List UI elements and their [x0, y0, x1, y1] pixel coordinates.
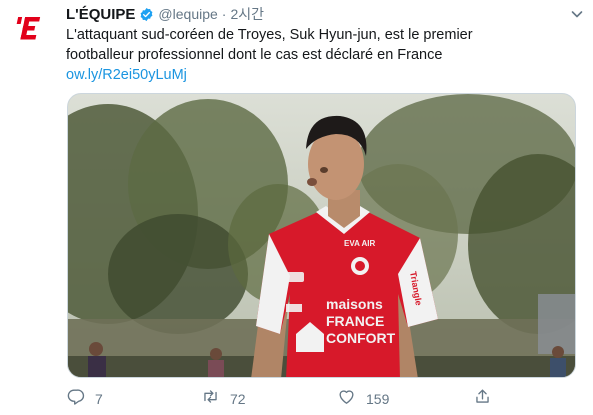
retweet-count: 72 — [230, 391, 246, 407]
like-icon[interactable] — [337, 387, 356, 411]
retweet-icon[interactable] — [201, 387, 220, 411]
separator-dot: · — [221, 6, 227, 22]
tweet-photo[interactable]: maisons FRANCE CONFORT EVA AIR Triangle — [67, 93, 576, 378]
jersey-chest-sponsor: EVA AIR — [344, 239, 375, 248]
reply-button[interactable]: 7 — [66, 387, 103, 411]
tweet-text-line: L'attaquant sud-coréen de Troyes, Suk Hy… — [66, 27, 473, 43]
tweet-header: L'ÉQUIPE @lequipe · 2시간 — [66, 5, 264, 23]
user-handle[interactable]: @lequipe — [158, 6, 217, 22]
like-count: 159 — [366, 391, 390, 407]
tweet-text-line: footballeur professionnel dont le cas es… — [66, 47, 443, 63]
jersey-sponsor-line1: maisons — [326, 296, 383, 312]
jersey-sponsor-line3: CONFORT — [326, 330, 396, 346]
share-button[interactable] — [473, 387, 492, 411]
verified-badge-icon — [139, 7, 154, 22]
tweet-card[interactable]: L'ÉQUIPE @lequipe · 2시간 L'attaquant sud-… — [0, 0, 593, 415]
tweet-actions: 7 72 159 — [66, 387, 506, 411]
timestamp[interactable]: 2시간 — [230, 4, 264, 24]
retweet-button[interactable]: 72 — [201, 387, 246, 411]
lequipe-logo-icon[interactable] — [8, 6, 50, 48]
tweet-link[interactable]: ow.ly/R2ei50yLuMj — [66, 65, 566, 85]
reply-count: 7 — [95, 391, 103, 407]
chevron-down-icon[interactable] — [569, 6, 585, 22]
like-button[interactable]: 159 — [337, 387, 389, 411]
reply-icon[interactable] — [66, 387, 85, 411]
jersey-sponsor-line2: FRANCE — [326, 313, 384, 329]
display-name[interactable]: L'ÉQUIPE — [66, 6, 135, 23]
tweet-text: L'attaquant sud-coréen de Troyes, Suk Hy… — [66, 25, 566, 85]
share-icon[interactable] — [473, 387, 492, 411]
